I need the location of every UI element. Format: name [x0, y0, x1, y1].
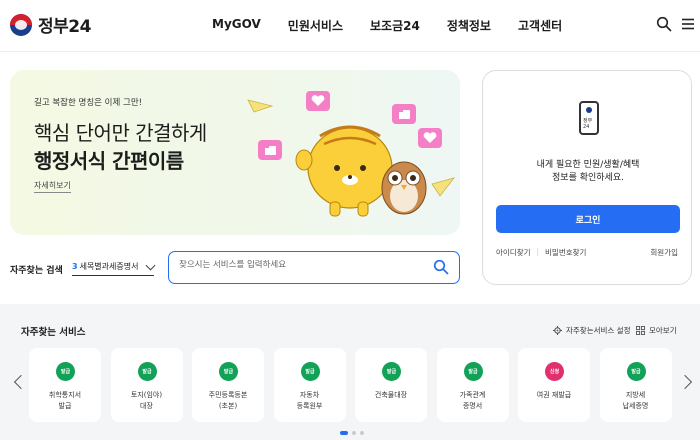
search-input[interactable]	[179, 260, 419, 270]
service-card-label: 건축물대장	[374, 391, 408, 399]
service-card-resident-register[interactable]: 발급 주민등록등본 (초본)	[192, 348, 264, 422]
login-panel: 정부24 내게 필요한 민원/생활/혜택 정보를 확인하세요. 로그인 아이디찾…	[482, 70, 692, 285]
apply-badge: 신청	[545, 362, 564, 381]
chevron-down-icon	[145, 260, 156, 271]
services-setting-button[interactable]: 자주찾는서비스 설정	[553, 325, 630, 336]
service-card-label: 주민등록등본 (초본)	[208, 391, 248, 410]
service-card-building-register[interactable]: 발급 건축물대장	[355, 348, 427, 422]
taegeuk-logo-icon	[10, 13, 32, 36]
nav-item-mygov[interactable]: MyGOV	[212, 17, 261, 34]
frequent-search-select[interactable]: 3 세목별과세증명서	[72, 258, 156, 276]
service-card-label: 가족관계 증명서	[459, 391, 486, 410]
service-card-label: 자동차 등록원부	[296, 391, 323, 410]
service-card-vehicle-register[interactable]: 발급 자동차 등록원부	[273, 348, 346, 422]
services-title: 자주찾는 서비스	[21, 327, 86, 338]
issue-badge: 발급	[382, 362, 401, 381]
issue-badge: 발급	[626, 362, 646, 381]
service-cards: 발급 취학통지서 발급 발급 토지(임야) 대장 발급 주민등록등본 (초본) …	[29, 348, 681, 422]
heart-bubble-icon	[418, 128, 442, 148]
service-card-family-certificate[interactable]: 발급 가족관계 증명서	[436, 348, 509, 422]
search-select-value: 세목별과세증명서	[79, 262, 139, 271]
grid-icon	[636, 326, 645, 335]
search-rank: 3	[72, 262, 78, 271]
heart-bubble-icon	[306, 91, 330, 111]
issue-badge: 발급	[137, 362, 157, 381]
login-description-2: 정보를 확인하세요.	[552, 173, 624, 183]
nav-item-subsidy[interactable]: 보조금24	[370, 17, 420, 34]
link-divider: |	[536, 247, 540, 256]
main-nav: MyGOV 민원서비스 보조금24 정책정보 고객센터	[212, 17, 589, 34]
mascot-illustration	[247, 91, 456, 217]
pagination-dot-active[interactable]	[340, 431, 348, 435]
service-card-label: 취학통지서 발급	[48, 391, 82, 410]
paper-plane-icon	[431, 177, 456, 197]
hero-more-link[interactable]: 자세히보기	[34, 180, 71, 193]
issue-badge: 발급	[219, 362, 238, 381]
menu-icon[interactable]	[680, 16, 696, 32]
services-view-all-button[interactable]: 모아보기	[636, 325, 677, 336]
phone-label: 정부24	[583, 118, 593, 130]
nav-item-policy[interactable]: 정책정보	[447, 17, 491, 34]
service-card-label: 토지(임야) 대장	[130, 391, 163, 410]
frequent-search-label: 자주찾는 검색	[10, 266, 63, 276]
login-description-1: 내게 필요한 민원/생활/혜택	[536, 160, 640, 170]
service-card-land-register[interactable]: 발급 토지(임야) 대장	[110, 348, 183, 422]
logo[interactable]: 정부24	[10, 12, 91, 37]
service-card-label: 여권 재발급	[536, 391, 572, 399]
service-card-local-tax-certificate[interactable]: 발급 지방세 납세증명	[599, 348, 672, 422]
thumbs-up-bubble-icon	[258, 140, 282, 160]
carousel-pagination	[340, 431, 364, 435]
signup-link[interactable]: 회원가입	[650, 247, 678, 258]
nav-item-civil-service[interactable]: 민원서비스	[288, 17, 343, 34]
pagination-dot[interactable]	[360, 431, 364, 435]
services-setting-label: 자주찾는서비스 설정	[566, 326, 631, 335]
issue-badge: 발급	[463, 362, 483, 381]
mobile-phone-icon: 정부24	[579, 101, 599, 135]
login-button[interactable]: 로그인	[496, 205, 680, 233]
pagination-dot[interactable]	[352, 431, 356, 435]
hero-headline-1: 핵심 단어만 간결하게	[34, 121, 207, 145]
search-box	[168, 251, 460, 284]
find-id-link[interactable]: 아이디찾기	[496, 247, 531, 258]
owl-mascot	[381, 161, 427, 215]
carousel-prev-arrow-icon[interactable]	[13, 374, 29, 390]
issue-badge: 발급	[300, 362, 320, 381]
hero-banner[interactable]: 길고 복잡한 명칭은 이제 그만! 핵심 단어만 간결하게 행정서식 간편이름 …	[10, 70, 460, 235]
nav-item-customer-center[interactable]: 고객센터	[518, 17, 562, 34]
account-links: 아이디찾기 | 비밀번호찾기	[496, 247, 586, 258]
tiger-mascot	[295, 125, 393, 217]
logo-text: 정부24	[38, 17, 91, 37]
search-icon[interactable]	[433, 259, 449, 275]
header: 정부24 MyGOV 민원서비스 보조금24 정책정보 고객센터	[0, 0, 700, 52]
hero-subtitle: 길고 복잡한 명칭은 이제 그만!	[34, 98, 143, 108]
find-password-link[interactable]: 비밀번호찾기	[545, 247, 586, 258]
service-card-passport-reissue[interactable]: 신청 여권 재발급	[518, 348, 590, 422]
thumbs-up-bubble-icon	[392, 104, 416, 124]
hero-headline-2: 행정서식 간편이름	[34, 149, 184, 173]
services-view-all-label: 모아보기	[649, 326, 677, 335]
paper-plane-icon	[247, 99, 274, 113]
frequent-services-section: 자주찾는 서비스 자주찾는서비스 설정 모아보기 발급 취학통지서 발급 발급 …	[0, 304, 700, 440]
service-card-label: 지방세 납세증명	[622, 391, 649, 410]
issue-badge: 발급	[56, 362, 75, 381]
gear-icon	[553, 326, 562, 335]
service-card-school-notice[interactable]: 발급 취학통지서 발급	[29, 348, 101, 422]
search-icon[interactable]	[656, 16, 672, 32]
